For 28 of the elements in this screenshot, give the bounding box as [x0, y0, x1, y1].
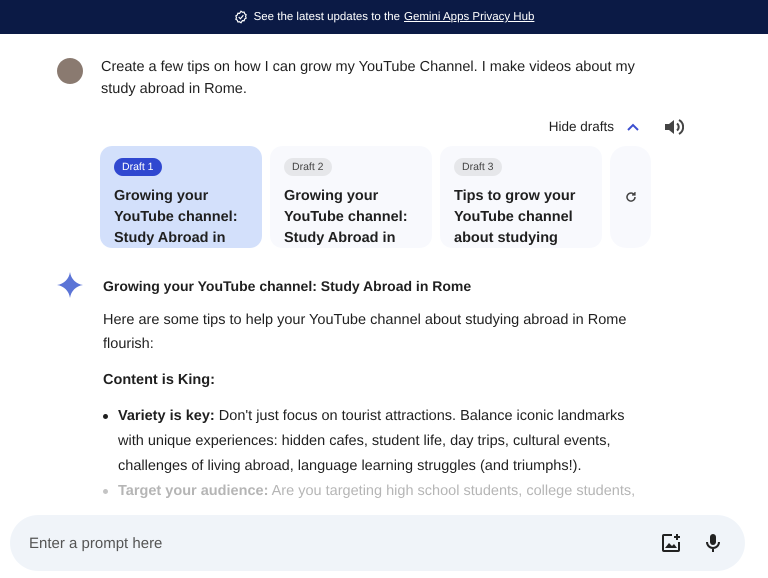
draft-card[interactable]: Draft 1 Growing your YouTube channel: Study Abroad in [100, 146, 262, 248]
speaker-icon[interactable] [664, 118, 684, 136]
chevron-up-icon [626, 122, 640, 132]
draft-title: Growing your YouTube channel: Study Abroad in [114, 187, 239, 248]
bullet-text: Variety is key: Don't just focus on tourist attractions. Balance iconic landmarks with unique experiences: hidden cafes, student life, day trips, cultural events, challenges of living abroad, language learning struggles (and triumphs!). [118, 407, 626, 476]
prompt-input-field[interactable]: Enter a prompt here [27, 534, 637, 552]
prompt-text: Create a few tips on how I can grow my YouTube Channel. I make videos about my study abroad in Rome. [101, 58, 636, 99]
check-badge-icon [234, 10, 248, 24]
draft-title: Growing your YouTube channel: Study Abroad in [284, 187, 409, 248]
draft-card[interactable]: Draft 2 Growing your YouTube channel: Study Abroad in [270, 146, 432, 248]
draft-badge: Draft 3 [454, 158, 502, 176]
refresh-icon [624, 191, 636, 203]
add-image-icon[interactable] [661, 533, 681, 553]
draft-badge: Draft 2 [284, 158, 332, 176]
prompt-bar[interactable]: Enter a prompt here [10, 515, 745, 571]
response-title: Growing your YouTube channel: Study Abroad in Rome [103, 278, 472, 294]
hide-drafts-button[interactable]: Hide drafts [544, 115, 644, 138]
sparkle-icon [57, 272, 83, 298]
draft-title: Tips to grow your YouTube channel about studying [454, 187, 576, 248]
bullet-text: Target your audience: Are you targeting high school students, college students, [118, 482, 636, 501]
response-paragraph: Here are some tips to help your YouTube channel about studying abroad in Rome flourish: [103, 311, 628, 354]
banner-text: See the latest updates to the [254, 11, 400, 23]
privacy-hub-link[interactable]: Gemini Apps Privacy Hub [404, 11, 534, 23]
section-heading: Content is King: [103, 372, 216, 388]
microphone-icon[interactable] [705, 533, 721, 553]
draft-badge: Draft 1 [114, 158, 162, 176]
user-avatar [57, 58, 83, 84]
draft-card[interactable]: Draft 3 Tips to grow your YouTube channel about studying [440, 146, 602, 248]
